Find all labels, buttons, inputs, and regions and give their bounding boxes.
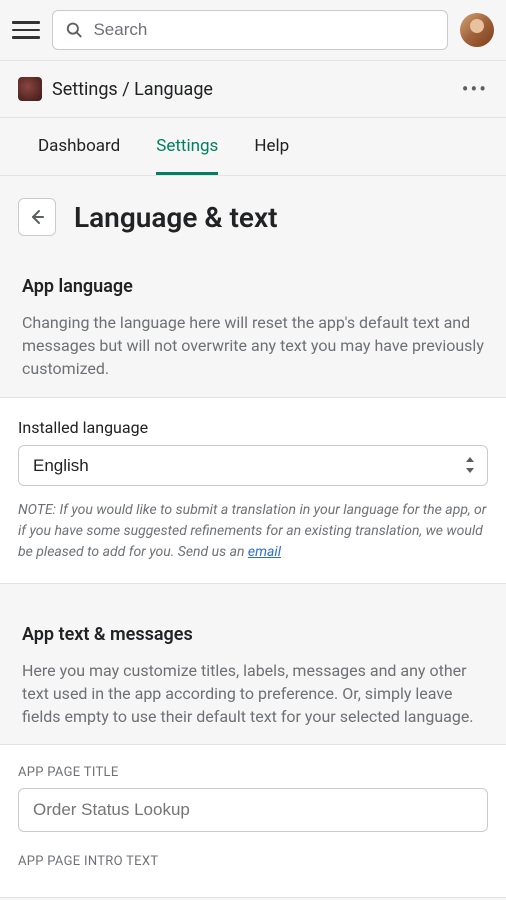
avatar[interactable] (460, 13, 494, 47)
section-title-app-language: App language (22, 276, 484, 297)
more-actions-button[interactable]: ••• (462, 77, 488, 101)
installed-language-label: Installed language (18, 418, 488, 437)
installed-language-note: NOTE: If you would like to submit a tran… (18, 500, 488, 563)
installed-language-select[interactable]: English (18, 445, 488, 486)
tab-help[interactable]: Help (254, 118, 289, 175)
email-link[interactable]: email (248, 544, 281, 560)
app-icon (18, 77, 42, 101)
search-input[interactable] (93, 20, 435, 40)
app-page-intro-label: APP PAGE INTRO TEXT (18, 854, 488, 869)
app-page-title-label: APP PAGE TITLE (18, 765, 488, 780)
arrow-left-icon (27, 207, 47, 227)
search-box[interactable] (52, 10, 448, 50)
app-page-title-input[interactable] (18, 788, 488, 832)
tab-dashboard[interactable]: Dashboard (38, 118, 120, 175)
search-icon (65, 20, 83, 40)
breadcrumb: Settings / Language (52, 79, 213, 100)
section-title-app-text: App text & messages (22, 624, 484, 645)
section-desc-app-text: Here you may customize titles, labels, m… (22, 659, 484, 729)
tab-settings[interactable]: Settings (156, 118, 218, 175)
tabs: Dashboard Settings Help (0, 118, 506, 176)
hamburger-menu-button[interactable] (12, 16, 40, 44)
page-title: Language & text (74, 201, 278, 234)
back-button[interactable] (18, 198, 56, 236)
section-desc-app-language: Changing the language here will reset th… (22, 311, 484, 381)
